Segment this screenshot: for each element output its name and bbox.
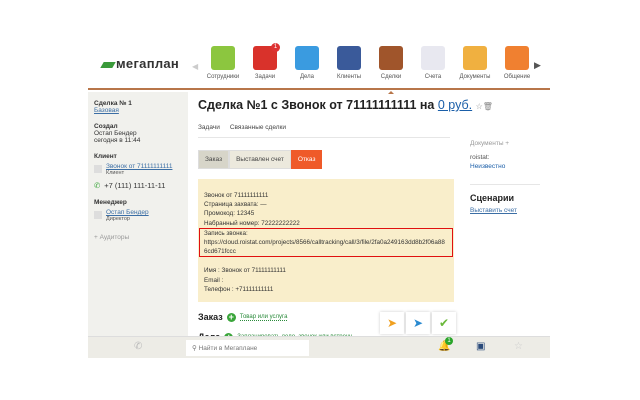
notification-badge: 1 xyxy=(445,337,453,345)
nav-item[interactable]: Документы xyxy=(454,46,496,80)
note-line: Имя : Звонок от 71111111111 xyxy=(204,267,286,275)
chat-icon[interactable]: ▣ xyxy=(476,341,485,352)
nav-icon xyxy=(211,46,235,70)
nav-left-arrow-icon[interactable]: ◀ xyxy=(192,62,198,71)
nav-icon xyxy=(463,46,487,70)
deal-note: Звонок от 71111111111 Страница захвата: … xyxy=(198,179,454,303)
nav-item[interactable]: Клиенты xyxy=(328,46,370,80)
megaplan-app: мегаплан ◀ Сотрудники 1 Задачи Дела Клиенты С… xyxy=(88,40,550,358)
client-phone[interactable]: +7 (111) 111-11-11 xyxy=(104,181,165,190)
note-line: Звонок от 71111111111 xyxy=(204,192,269,199)
client-avatar xyxy=(94,165,102,173)
bottom-bar: ✆ ⚲ Найти в Мегаплане 🔔 1 ▣ ☆ xyxy=(88,336,550,358)
sidebar: Сделка № 1 Базовая Создал Остап Бендер с… xyxy=(88,92,188,336)
note-line: Телефон : +71111111111 xyxy=(204,285,274,293)
green-plane-check-icon[interactable]: ✔ xyxy=(432,312,456,334)
nav-icon xyxy=(421,46,445,70)
nav-item[interactable]: Сделки xyxy=(370,46,412,94)
title-text: Сделка №1 с Звонок от 71111111111 на xyxy=(198,98,435,112)
logo-text: мегаплан xyxy=(116,56,180,71)
add-product-link[interactable]: Товар или услуга xyxy=(239,314,288,321)
stage-rejected[interactable]: Отказ xyxy=(290,150,323,169)
note-line: Набранный номер: 72222222222 xyxy=(204,219,300,227)
search-input[interactable]: ⚲ Найти в Мегаплане xyxy=(186,340,309,356)
phone-icon: ✆ xyxy=(94,181,101,190)
manager-role: Директор xyxy=(106,216,130,222)
nav-icon xyxy=(295,46,319,70)
manager-link[interactable]: Остап Бендер xyxy=(106,209,149,216)
note-line: Страница захвата: — xyxy=(204,201,267,209)
nav-item[interactable]: Счета xyxy=(412,46,454,80)
scenario-invoice-link[interactable]: Выставить счет xyxy=(470,207,540,214)
client-label: Клиент xyxy=(94,153,117,160)
scenarios-heading: Сценарии xyxy=(470,184,540,203)
star-icon[interactable]: ☆ xyxy=(514,341,523,352)
deal-main: Сделка №1 с Звонок от 71111111111 на 0 р… xyxy=(188,92,493,342)
roistat-label: roistat: xyxy=(470,154,490,161)
note-line: Промокод: 12345 xyxy=(204,210,255,218)
nav-item[interactable]: Дела xyxy=(286,46,328,80)
main-nav: Сотрудники 1 Задачи Дела Клиенты Сделки Счета Д… xyxy=(202,43,538,94)
stage-selector: Заказ Выставлен счет Отказ xyxy=(198,150,450,169)
search-placeholder: Найти в Мегаплане xyxy=(198,345,258,352)
nav-label: Документы xyxy=(459,74,491,80)
deal-label: Сделка № 1 xyxy=(94,100,132,107)
plus-icon[interactable]: + xyxy=(226,312,236,322)
created-time: сегодня в 11:44 xyxy=(94,137,141,144)
phone-icon[interactable]: ✆ xyxy=(134,341,142,352)
right-panel: Документы + roistat: Неизвестно Сценарии… xyxy=(460,92,550,336)
nav-label: Дела xyxy=(299,74,315,80)
nav-label: Задачи xyxy=(254,74,276,80)
recording-url[interactable]: https://cloud.roistat.com/projects/8566/… xyxy=(204,238,448,256)
nav-label: Клиенты xyxy=(336,74,362,80)
add-auditors-button[interactable]: + Аудиторы xyxy=(94,234,182,241)
manager-avatar xyxy=(94,211,102,219)
nav-item[interactable]: 1 Задачи xyxy=(244,43,286,80)
nav-label: Общение xyxy=(503,74,531,80)
client-role: Клиент xyxy=(106,170,125,176)
stage-order[interactable]: Заказ xyxy=(198,150,230,169)
roistat-value: Неизвестно xyxy=(470,163,506,170)
tab-tasks[interactable]: Задачи xyxy=(198,124,220,131)
nav-item[interactable]: Сотрудники xyxy=(202,46,244,80)
plane-buttons: ➤ ➤ ✔ xyxy=(380,312,456,334)
nav-label: Сотрудники xyxy=(206,74,240,80)
order-heading: Заказ xyxy=(198,312,223,323)
header: мегаплан ◀ Сотрудники 1 Задачи Дела Клиенты С… xyxy=(88,40,550,94)
deal-type-link[interactable]: Базовая xyxy=(94,107,119,114)
nav-item[interactable]: Общение xyxy=(496,46,538,80)
note-line: Email : xyxy=(204,276,224,284)
nav-right-arrow-icon[interactable]: ▶ xyxy=(534,60,541,71)
stage-invoiced[interactable]: Выставлен счет xyxy=(229,150,291,169)
logo[interactable]: мегаплан xyxy=(100,56,180,71)
nav-label: Счета xyxy=(424,74,442,80)
page-title: Сделка №1 с Звонок от 71111111111 на 0 р… xyxy=(198,98,493,112)
client-link[interactable]: Звонок от 71111111111 xyxy=(106,163,172,170)
tab-related-deals[interactable]: Связанные сделки xyxy=(230,124,286,131)
manager-label: Менеджер xyxy=(94,199,127,206)
creator: Остап Бендер xyxy=(94,130,137,137)
nav-icon xyxy=(379,46,403,70)
call-recording-highlight: Запись звонка: https://cloud.roistat.com… xyxy=(199,227,453,258)
bell-icon[interactable]: 🔔 1 xyxy=(438,337,453,352)
orange-plane-icon[interactable]: ➤ xyxy=(380,312,404,334)
nav-icon: 1 xyxy=(253,43,280,70)
created-label: Создал xyxy=(94,123,118,130)
recording-label: Запись звонка: xyxy=(204,229,248,237)
blue-plane-icon[interactable]: ➤ xyxy=(406,312,430,334)
documents-add[interactable]: Документы + xyxy=(470,140,540,147)
badge: 1 xyxy=(271,43,280,52)
nav-icon xyxy=(505,46,529,70)
nav-label: Сделки xyxy=(380,74,402,80)
nav-icon xyxy=(337,46,361,70)
